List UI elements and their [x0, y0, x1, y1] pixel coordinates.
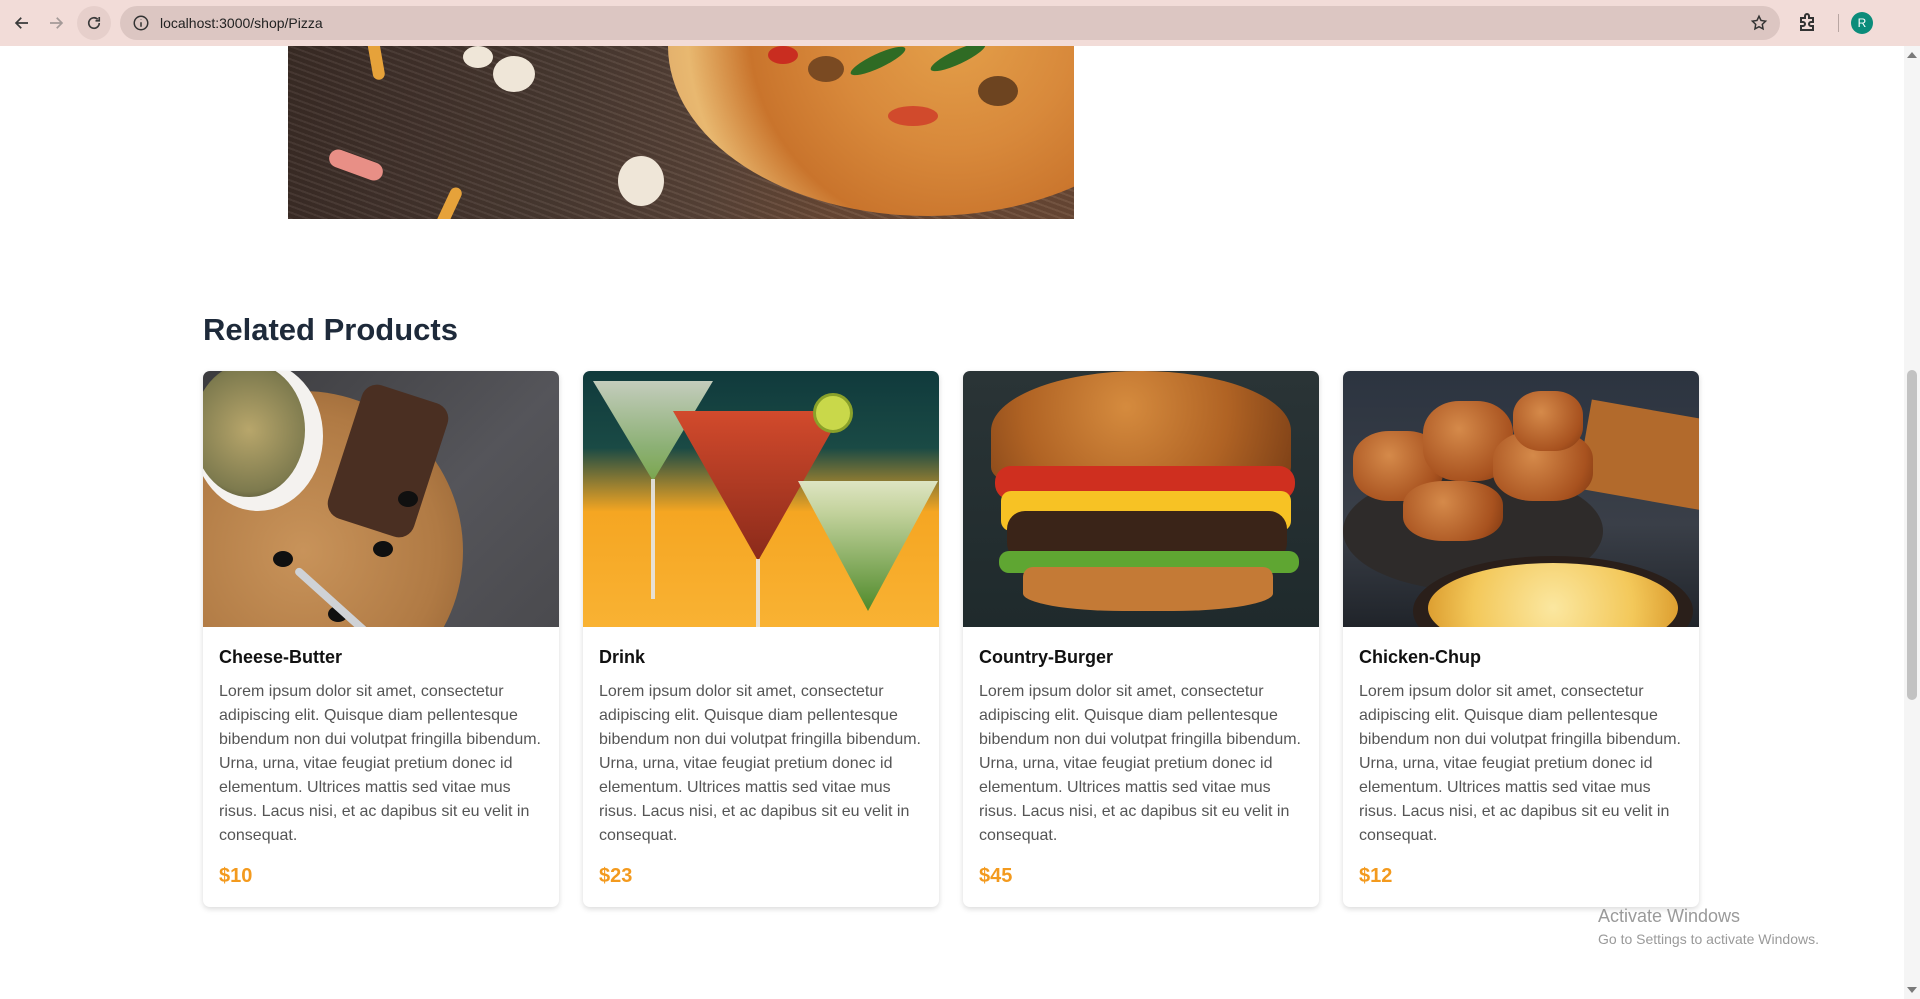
page-scrollbar[interactable] [1904, 46, 1920, 999]
product-description: Lorem ipsum dolor sit amet, consectetur … [1359, 683, 1681, 844]
forward-button[interactable] [39, 6, 73, 40]
product-card-cheese-butter[interactable]: Cheese-Butter Lorem ipsum dolor sit amet… [203, 371, 559, 907]
product-description: Lorem ipsum dolor sit amet, consectetur … [979, 683, 1301, 844]
product-image[interactable] [963, 371, 1319, 627]
site-info-icon[interactable] [132, 14, 150, 32]
arrow-left-icon [14, 17, 28, 29]
product-card-country-burger[interactable]: Country-Burger Lorem ipsum dolor sit ame… [963, 371, 1319, 907]
product-name[interactable]: Drink [599, 647, 645, 668]
product-card-chicken-chup[interactable]: Chicken-Chup Lorem ipsum dolor sit amet,… [1343, 371, 1699, 907]
back-button[interactable] [5, 6, 39, 40]
url-text: localhost:3000/shop/Pizza [160, 15, 323, 31]
scroll-up-arrow-icon[interactable] [1907, 52, 1917, 58]
related-products-heading: Related Products [203, 312, 458, 347]
product-price: $10 [219, 865, 253, 887]
product-description: Lorem ipsum dolor sit amet, consectetur … [219, 683, 541, 844]
product-name[interactable]: Country-Burger [979, 647, 1113, 668]
scroll-down-arrow-icon[interactable] [1907, 987, 1917, 993]
product-image[interactable] [583, 371, 939, 627]
extensions-icon[interactable] [1796, 10, 1820, 34]
product-name[interactable]: Cheese-Butter [219, 647, 342, 668]
bookmark-star-icon[interactable] [1750, 14, 1768, 32]
reload-icon [87, 16, 101, 30]
product-price: $12 [1359, 865, 1393, 887]
windows-activation-watermark: Activate Windows Go to Settings to activ… [1598, 906, 1819, 947]
address-bar[interactable]: localhost:3000/shop/Pizza [120, 6, 1780, 40]
product-card-drink[interactable]: Drink Lorem ipsum dolor sit amet, consec… [583, 371, 939, 907]
scroll-thumb[interactable] [1907, 370, 1917, 700]
browser-toolbar: localhost:3000/shop/Pizza R [0, 0, 1920, 46]
profile-avatar[interactable]: R [1851, 12, 1873, 34]
product-image[interactable] [1343, 371, 1699, 627]
arrow-right-icon [50, 17, 64, 29]
watermark-subtitle: Go to Settings to activate Windows. [1598, 931, 1819, 947]
watermark-title: Activate Windows [1598, 906, 1741, 926]
reload-button[interactable] [77, 6, 111, 40]
product-image[interactable] [203, 371, 559, 627]
product-price: $45 [979, 865, 1013, 887]
product-hero-image [288, 46, 1074, 219]
toolbar-divider [1838, 14, 1839, 32]
product-description: Lorem ipsum dolor sit amet, consectetur … [599, 683, 921, 844]
product-name[interactable]: Chicken-Chup [1359, 647, 1481, 668]
product-price: $23 [599, 865, 633, 887]
